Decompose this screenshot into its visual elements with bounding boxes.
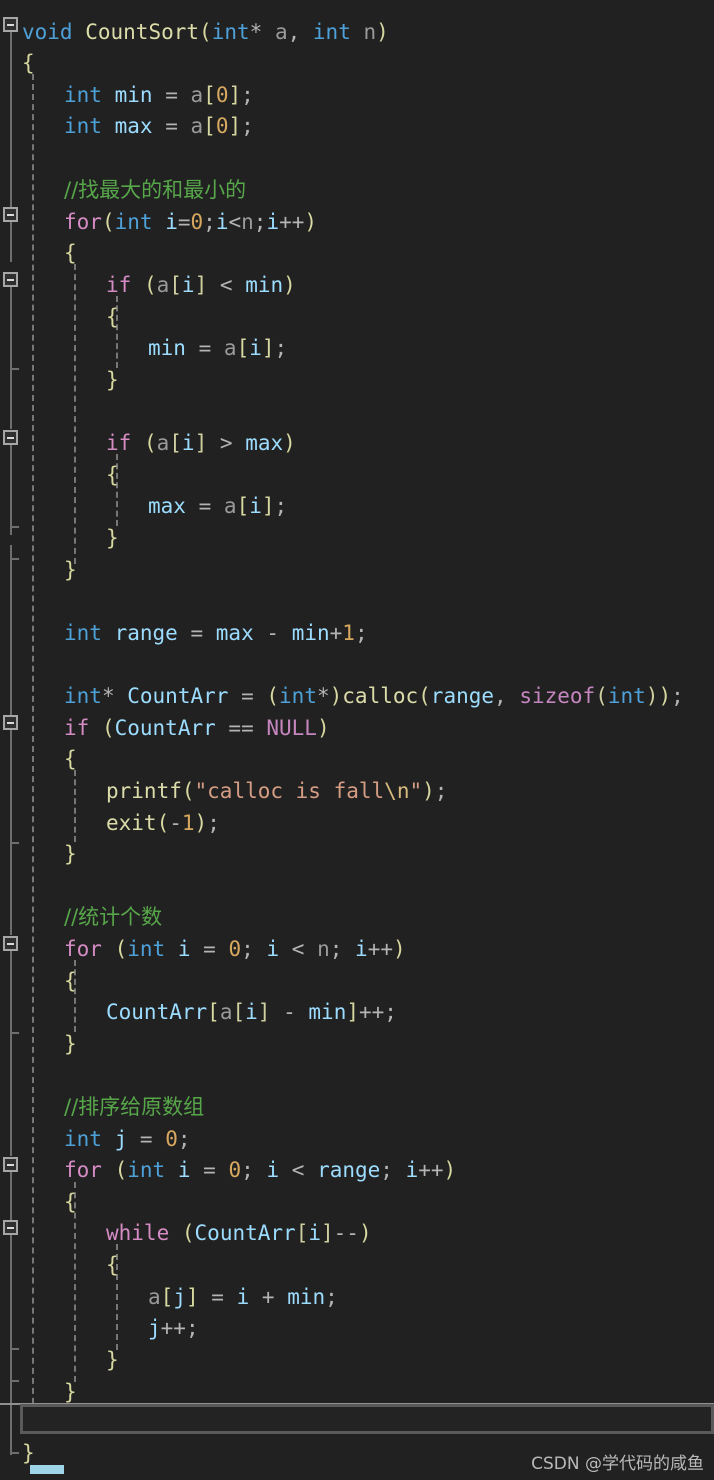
- code-line-brace-open-if-null[interactable]: {: [64, 744, 77, 776]
- code-line-brace-open-if-min[interactable]: {: [106, 302, 119, 334]
- code-line-brace-close-for-minmax[interactable]: }: [64, 555, 77, 587]
- code-line-brace-close-if-max[interactable]: }: [106, 523, 119, 555]
- csdn-watermark: CSDN @学代码的咸鱼: [531, 1454, 704, 1474]
- code-line-for-sort[interactable]: for (int i = 0; i < range; i++): [64, 1155, 456, 1187]
- code-line-calloc[interactable]: int* CountArr = (int*)calloc(range, size…: [64, 681, 684, 713]
- code-line-brace-open-while[interactable]: {: [106, 1250, 119, 1282]
- code-line-brace-close-while[interactable]: }: [106, 1345, 119, 1377]
- code-content[interactable]: void CountSort(int* a, int n) { int min …: [0, 0, 714, 1480]
- code-line-comment-count[interactable]: //统计个数: [64, 902, 162, 934]
- code-line-comment-find-minmax[interactable]: //找最大的和最小的: [64, 175, 246, 207]
- current-line-selection-box[interactable]: [20, 1404, 714, 1434]
- code-line-exit[interactable]: exit(-1);: [106, 808, 220, 840]
- code-line-countarr-increment[interactable]: CountArr[a[i] - min]++;: [106, 997, 397, 1029]
- code-line-2[interactable]: {: [22, 48, 35, 80]
- code-line-if-min[interactable]: if (a[i] < min): [106, 270, 296, 302]
- code-line-brace-close-if-null[interactable]: }: [64, 839, 77, 871]
- code-line-brace-close-if-min[interactable]: }: [106, 365, 119, 397]
- code-line-j-increment[interactable]: j++;: [148, 1313, 199, 1345]
- code-line-3[interactable]: int min = a[0];: [64, 80, 254, 112]
- code-line-brace-open-for-sort[interactable]: {: [64, 1187, 77, 1219]
- code-line-if-max[interactable]: if (a[i] > max): [106, 428, 296, 460]
- code-line-for-minmax[interactable]: for(int i=0;i<n;i++): [64, 207, 317, 239]
- code-line-j-init[interactable]: int j = 0;: [64, 1124, 191, 1156]
- code-editor-screenshot: void CountSort(int* a, int n) { int min …: [0, 0, 714, 1480]
- code-line-brace-close-for-count[interactable]: }: [64, 1029, 77, 1061]
- code-line-assign-max[interactable]: max = a[i];: [148, 491, 287, 523]
- code-line-assign-min[interactable]: min = a[i];: [148, 333, 287, 365]
- code-line-if-null[interactable]: if (CountArr == NULL): [64, 713, 330, 745]
- code-line-assign-aj[interactable]: a[j] = i + min;: [148, 1282, 338, 1314]
- code-line-while-countarr[interactable]: while (CountArr[i]--): [106, 1218, 372, 1250]
- code-line-for-count[interactable]: for (int i = 0; i < n; i++): [64, 934, 406, 966]
- code-line-1[interactable]: void CountSort(int* a, int n): [22, 17, 389, 49]
- code-line-brace-open-for-count[interactable]: {: [64, 966, 77, 998]
- code-line-brace-open-for-minmax[interactable]: {: [64, 238, 77, 270]
- code-line-range[interactable]: int range = max - min+1;: [64, 618, 368, 650]
- code-line-4[interactable]: int max = a[0];: [64, 111, 254, 143]
- code-line-comment-sort-back[interactable]: //排序给原数组: [64, 1092, 204, 1124]
- code-line-brace-open-if-max[interactable]: {: [106, 460, 119, 492]
- change-bar-marker: [30, 1465, 64, 1474]
- code-line-printf[interactable]: printf("calloc is fall\n");: [106, 776, 447, 808]
